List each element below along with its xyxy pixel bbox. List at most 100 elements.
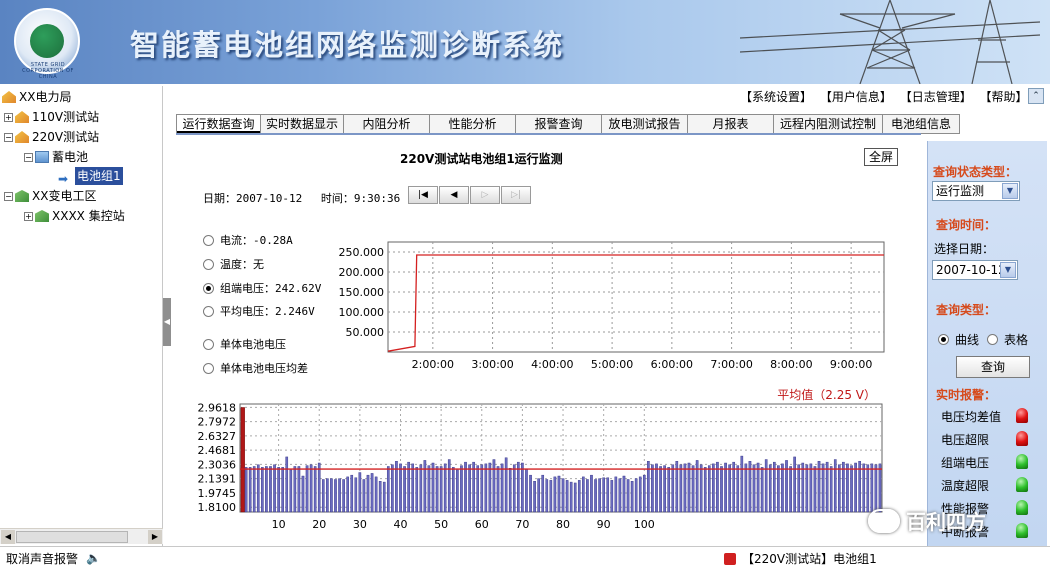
alarm-badge-icon bbox=[724, 552, 736, 565]
option-curve-label: 曲线 bbox=[955, 333, 980, 347]
tab-battery-info[interactable]: 电池组信息 bbox=[883, 114, 960, 134]
expand-icon[interactable]: + bbox=[4, 112, 13, 122]
bar-cell-84 bbox=[577, 480, 581, 513]
bar-cell-67 bbox=[508, 467, 512, 513]
watermark: 百利四方 bbox=[868, 506, 986, 535]
link-system-settings[interactable]: 【系统设置】 bbox=[740, 90, 812, 104]
bar-cell-46 bbox=[423, 460, 427, 513]
cancel-sound-alarm[interactable]: 取消声音报警 bbox=[6, 550, 78, 567]
link-help[interactable]: 【帮助】 bbox=[980, 90, 1028, 104]
bar-cell-135 bbox=[785, 460, 788, 513]
tree-node-220v-station[interactable]: − 220V测试站 bbox=[4, 128, 99, 146]
date-select[interactable]: 2007-10-12 ▼ bbox=[932, 260, 1018, 280]
bar-cell-80 bbox=[561, 478, 565, 513]
radio-button[interactable] bbox=[203, 338, 214, 350]
bar-cell-158 bbox=[878, 463, 882, 513]
bar-cell-100 bbox=[642, 474, 646, 513]
radio-table[interactable] bbox=[987, 334, 999, 345]
top-links: 【系统设置】 【用户信息】 【日志管理】 【帮助】 bbox=[740, 88, 1032, 104]
query-type-options: 曲线 表格 bbox=[938, 331, 1028, 348]
query-status-select[interactable]: 运行监测 ▼ bbox=[932, 181, 1020, 201]
collapse-icon[interactable]: − bbox=[24, 152, 33, 162]
next-record-button[interactable]: ▷ bbox=[470, 186, 500, 204]
radio-curve[interactable] bbox=[938, 334, 949, 345]
radio-button[interactable] bbox=[203, 305, 214, 317]
bar-cell-24 bbox=[334, 479, 337, 513]
bar-cell-102 bbox=[651, 464, 654, 513]
bar-cell-81 bbox=[565, 480, 569, 513]
tab-resistance-analysis[interactable]: 内阻分析 bbox=[344, 114, 430, 134]
bar-cell-62 bbox=[488, 462, 492, 513]
average-annotation: 平均值（2.25 V） bbox=[777, 387, 876, 402]
bar-cell-78 bbox=[553, 476, 557, 513]
scroll-right-icon[interactable]: ▶ bbox=[148, 530, 162, 544]
radio-button[interactable] bbox=[203, 362, 214, 374]
voltage-line-chart: 250.000 200.000 150.000 100.000 50.000 2:00:0… bbox=[339, 241, 885, 371]
tree-node-control-station[interactable]: + XXXX 集控站 bbox=[24, 207, 125, 225]
y-tick-label: 2.4681 bbox=[198, 444, 237, 457]
radio-button[interactable] bbox=[203, 258, 214, 270]
bar-cell-90 bbox=[602, 477, 605, 513]
radio-cell-voltage[interactable]: 单体电池电压 bbox=[203, 336, 286, 352]
bar-cell-57 bbox=[468, 464, 471, 513]
bar-cell-21 bbox=[321, 479, 325, 513]
bar-cell-88 bbox=[594, 479, 597, 513]
collapse-icon[interactable]: − bbox=[4, 191, 13, 201]
y-tick-label: 2.9618 bbox=[198, 401, 237, 414]
bar-cell-37 bbox=[386, 466, 390, 513]
bar-cell-104 bbox=[659, 466, 662, 513]
tab-remote-resistance-control[interactable]: 远程内阻测试控制 bbox=[774, 114, 883, 134]
collapse-icon[interactable]: − bbox=[4, 132, 13, 142]
tree-node-substation[interactable]: − XX变电工区 bbox=[4, 187, 96, 205]
previous-record-button[interactable]: ◀ bbox=[439, 186, 469, 204]
y-tick-label: 50.000 bbox=[346, 326, 385, 339]
bar-cell-1 bbox=[240, 407, 245, 513]
bar-cell-141 bbox=[809, 463, 813, 513]
speaker-icon[interactable]: 🔈 bbox=[86, 551, 101, 565]
first-record-button[interactable]: |◀ bbox=[408, 186, 438, 204]
radio-current[interactable]: 电流：-0.28A bbox=[203, 232, 293, 248]
x-tick-label: 3:00:00 bbox=[471, 358, 513, 371]
tree-node-root[interactable]: XX电力局 bbox=[2, 88, 71, 106]
tab-realtime-data[interactable]: 实时数据显示 bbox=[261, 114, 344, 134]
chevron-down-icon[interactable]: ▼ bbox=[1000, 262, 1016, 278]
scroll-thumb[interactable] bbox=[16, 531, 128, 543]
chevron-down-icon[interactable]: ▼ bbox=[1002, 183, 1018, 199]
expand-icon[interactable]: + bbox=[24, 211, 33, 221]
panel-splitter[interactable]: ◀ bbox=[163, 298, 171, 346]
tab-alarm-query[interactable]: 报警查询 bbox=[516, 114, 602, 134]
bar-cell-53 bbox=[452, 467, 455, 513]
bar-cell-75 bbox=[541, 474, 545, 513]
radio-label-cell-voltage-deviation: 单体电池电压均差 bbox=[220, 362, 308, 375]
radio-cell-voltage-deviation[interactable]: 单体电池电压均差 bbox=[203, 360, 308, 376]
radio-string-voltage[interactable]: 组端电压：242.62V bbox=[203, 280, 321, 296]
bar-cell-6 bbox=[261, 467, 264, 513]
radio-button[interactable] bbox=[203, 234, 214, 246]
tab-run-data-query[interactable]: 运行数据查询 bbox=[176, 114, 261, 134]
radio-button-selected[interactable] bbox=[203, 282, 214, 294]
tree-node-battery-group-1[interactable]: ➡ 电池组1 bbox=[58, 167, 123, 186]
y-tick-label: 2.1391 bbox=[198, 473, 237, 486]
tab-performance-analysis[interactable]: 性能分析 bbox=[430, 114, 516, 134]
collapse-header-button[interactable]: ⌃ bbox=[1028, 88, 1044, 104]
bar-cell-55 bbox=[460, 465, 463, 513]
bar-cell-44 bbox=[415, 467, 419, 513]
link-user-info[interactable]: 【用户信息】 bbox=[820, 90, 892, 104]
query-button[interactable]: 查询 bbox=[956, 356, 1030, 378]
radio-average-voltage[interactable]: 平均电压：2.246V bbox=[203, 303, 315, 319]
tab-discharge-report[interactable]: 放电测试报告 bbox=[602, 114, 688, 134]
radio-temperature[interactable]: 温度：无 bbox=[203, 256, 264, 272]
tree-horizontal-scrollbar[interactable]: ◀ ▶ bbox=[0, 528, 163, 544]
query-time-label: 查询时间： bbox=[936, 218, 997, 232]
bar-cell-152 bbox=[854, 462, 857, 513]
tab-monthly-report[interactable]: 月报表 bbox=[688, 114, 774, 134]
tree-node-110v-station[interactable]: + 110V测试站 bbox=[4, 108, 99, 126]
bar-cell-7 bbox=[265, 466, 268, 513]
scroll-left-icon[interactable]: ◀ bbox=[1, 530, 15, 544]
link-log-management[interactable]: 【日志管理】 bbox=[900, 90, 972, 104]
tree-node-battery[interactable]: − 蓄电池 bbox=[24, 148, 88, 166]
fullscreen-button[interactable]: 全屏 bbox=[864, 148, 898, 166]
x-tick-label: 80 bbox=[556, 518, 570, 531]
x-tick-label: 90 bbox=[597, 518, 611, 531]
last-record-button[interactable]: ▷| bbox=[501, 186, 531, 204]
